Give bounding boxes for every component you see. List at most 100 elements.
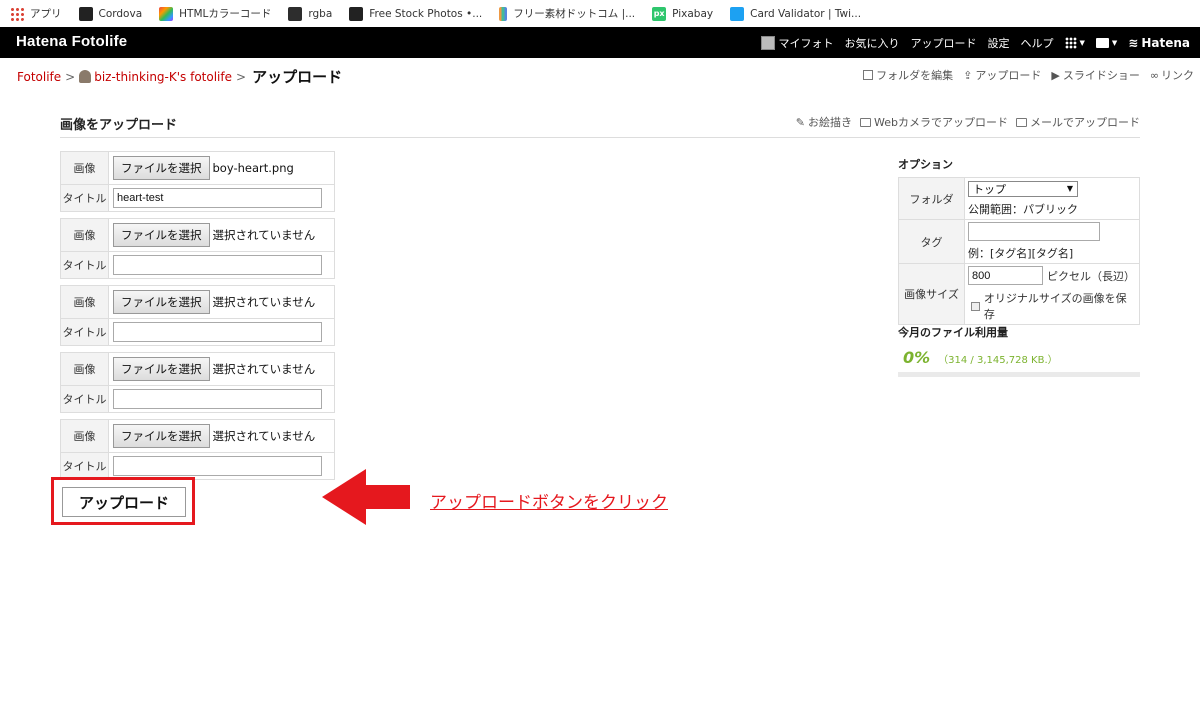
bookmark-cordova[interactable]: Cordova <box>78 6 142 21</box>
chevron-down-icon: ▼ <box>1066 184 1073 193</box>
hatena-bird-icon: ≋ <box>1128 35 1139 50</box>
usage-summary: 0% （314 / 3,145,728 KB.） <box>903 348 1058 367</box>
title-label: タイトル <box>60 184 109 212</box>
folder-label: フォルダ <box>898 177 965 220</box>
image-label: 画像 <box>60 419 109 453</box>
submit-highlight: アップロード <box>51 477 195 525</box>
upload-slot-3: 画像 ファイルを選択 選択されていません タイトル <box>60 285 335 346</box>
usage-percent: 0% <box>903 348 931 367</box>
image-label: 画像 <box>60 352 109 386</box>
breadcrumb-separator: > <box>236 69 247 84</box>
slideshow-link[interactable]: ▶ スライドショー <box>1051 67 1139 83</box>
bookmark-html-color[interactable]: HTMLカラーコード <box>159 6 271 21</box>
camera-icon <box>860 117 872 127</box>
bookmark-free-stock[interactable]: Free Stock Photos •... <box>349 6 482 21</box>
title-input[interactable] <box>113 322 322 342</box>
hatena-logo[interactable]: ≋ Hatena <box>1128 36 1190 50</box>
bookmark-rgba[interactable]: rgba <box>288 6 332 21</box>
title-input[interactable] <box>113 255 322 275</box>
nav-help[interactable]: ヘルプ <box>1021 35 1054 51</box>
rgba-icon <box>288 6 303 21</box>
title-input[interactable] <box>113 389 322 409</box>
link-link[interactable]: ∞ リンク <box>1150 67 1194 83</box>
title-input[interactable] <box>113 456 322 476</box>
file-status: 選択されていません <box>212 429 316 443</box>
tag-hint: 例：[タグ名][タグ名] <box>968 247 1074 260</box>
folder-visibility: 公開範囲：パブリック <box>968 202 1078 216</box>
user-icon <box>79 70 92 83</box>
draw-link[interactable]: ✎ お絵描き <box>796 114 852 130</box>
file-select-button[interactable]: ファイルを選択 <box>113 424 210 448</box>
apps-grid-icon <box>10 6 24 21</box>
title-label: タイトル <box>60 452 109 480</box>
chevron-down-icon: ▼ <box>1111 38 1118 47</box>
image-label: 画像 <box>60 285 109 319</box>
title-label: タイトル <box>60 385 109 413</box>
file-select-button[interactable]: ファイルを選択 <box>113 156 210 180</box>
services-menu[interactable]: ▼ <box>1064 36 1085 49</box>
file-select-button[interactable]: ファイルを選択 <box>113 290 210 314</box>
breadcrumb-user[interactable]: biz-thinking-K's fotolife <box>94 70 232 84</box>
keep-original-label: オリジナルサイズの画像を保存 <box>983 292 1127 321</box>
usage-title: 今月のファイル利用量 <box>898 326 1008 339</box>
file-select-button[interactable]: ファイルを選択 <box>113 357 210 381</box>
upload-link[interactable]: ⇪ アップロード <box>963 67 1041 83</box>
upload-slot-1: 画像 ファイルを選択 boy-heart.png タイトル <box>60 151 335 212</box>
file-status: 選択されていません <box>212 362 316 376</box>
nav-settings[interactable]: 設定 <box>988 35 1010 51</box>
html-color-icon <box>159 6 174 21</box>
grid-icon <box>1064 36 1077 49</box>
breadcrumb-root[interactable]: Fotolife <box>17 70 61 84</box>
bookmark-pixabay[interactable]: px Pixabay <box>652 6 713 21</box>
keep-original-checkbox[interactable] <box>971 301 980 311</box>
image-label: 画像 <box>60 151 109 185</box>
nav-upload[interactable]: アップロード <box>911 35 977 51</box>
file-status: 選択されていません <box>212 295 316 309</box>
fotolife-logo[interactable]: Hatena Fotolife <box>16 33 127 50</box>
breadcrumb: Fotolife > biz-thinking-K's fotolife > ア… <box>17 66 342 87</box>
pixabay-icon: px <box>652 6 667 21</box>
image-label: 画像 <box>60 218 109 252</box>
title-input[interactable] <box>113 188 322 208</box>
upload-submit-button[interactable]: アップロード <box>62 487 186 517</box>
top-header: Hatena Fotolife マイフォト お気に入り アップロード 設定 ヘル… <box>0 27 1200 58</box>
title-label: タイトル <box>60 251 109 279</box>
image-size-input[interactable] <box>968 266 1043 285</box>
page-tools: フォルダを編集 ⇪ アップロード ▶ スライドショー ∞ リンク <box>853 67 1194 83</box>
webcam-link[interactable]: Webカメラでアップロード <box>860 114 1008 130</box>
tag-label: タグ <box>898 219 965 264</box>
tag-input[interactable] <box>968 222 1100 241</box>
size-label: 画像サイズ <box>898 263 965 325</box>
bookmark-apps[interactable]: アプリ <box>10 6 62 21</box>
bookmark-card-validator[interactable]: Card Validator | Twi... <box>730 6 861 21</box>
bookmarks-bar: アプリ Cordova HTMLカラーコード rgba Free Stock P… <box>0 0 1200 27</box>
file-select-button[interactable]: ファイルを選択 <box>113 223 210 247</box>
github-icon <box>78 6 93 21</box>
bookmark-free-material[interactable]: フリー素材ドットコム |... <box>499 6 635 21</box>
file-status: boy-heart.png <box>212 161 294 175</box>
edit-folder-link[interactable]: フォルダを編集 <box>863 67 953 83</box>
title-label: タイトル <box>60 318 109 346</box>
annotation-arrow-icon <box>322 469 410 525</box>
chain-icon: ∞ <box>1149 68 1159 82</box>
page-title: アップロード <box>252 68 343 86</box>
upload-slot-2: 画像 ファイルを選択 選択されていません タイトル <box>60 218 335 279</box>
file-status: 選択されていません <box>212 228 316 242</box>
section-title: 画像をアップロード <box>60 118 178 133</box>
upload-slot-4: 画像 ファイルを選択 選択されていません タイトル <box>60 352 335 413</box>
notifications-menu[interactable]: ▼ <box>1095 37 1118 48</box>
divider <box>60 137 1140 138</box>
twitter-icon <box>730 6 745 21</box>
nav-myfoto[interactable]: マイフォト <box>760 35 834 51</box>
email-upload-link[interactable]: メールでアップロード <box>1016 114 1140 130</box>
avatar <box>760 35 775 50</box>
folder-select[interactable]: トップ ▼ <box>968 180 1078 197</box>
usage-bar <box>898 372 1140 377</box>
breadcrumb-separator: > <box>65 69 76 84</box>
options-title: オプション <box>898 158 953 171</box>
nav-favorites[interactable]: お気に入り <box>845 35 900 51</box>
github-icon <box>349 6 364 21</box>
folder-icon <box>863 70 874 80</box>
usage-detail: （314 / 3,145,728 KB.） <box>938 355 1058 366</box>
pencil-icon: ✎ <box>795 115 806 129</box>
